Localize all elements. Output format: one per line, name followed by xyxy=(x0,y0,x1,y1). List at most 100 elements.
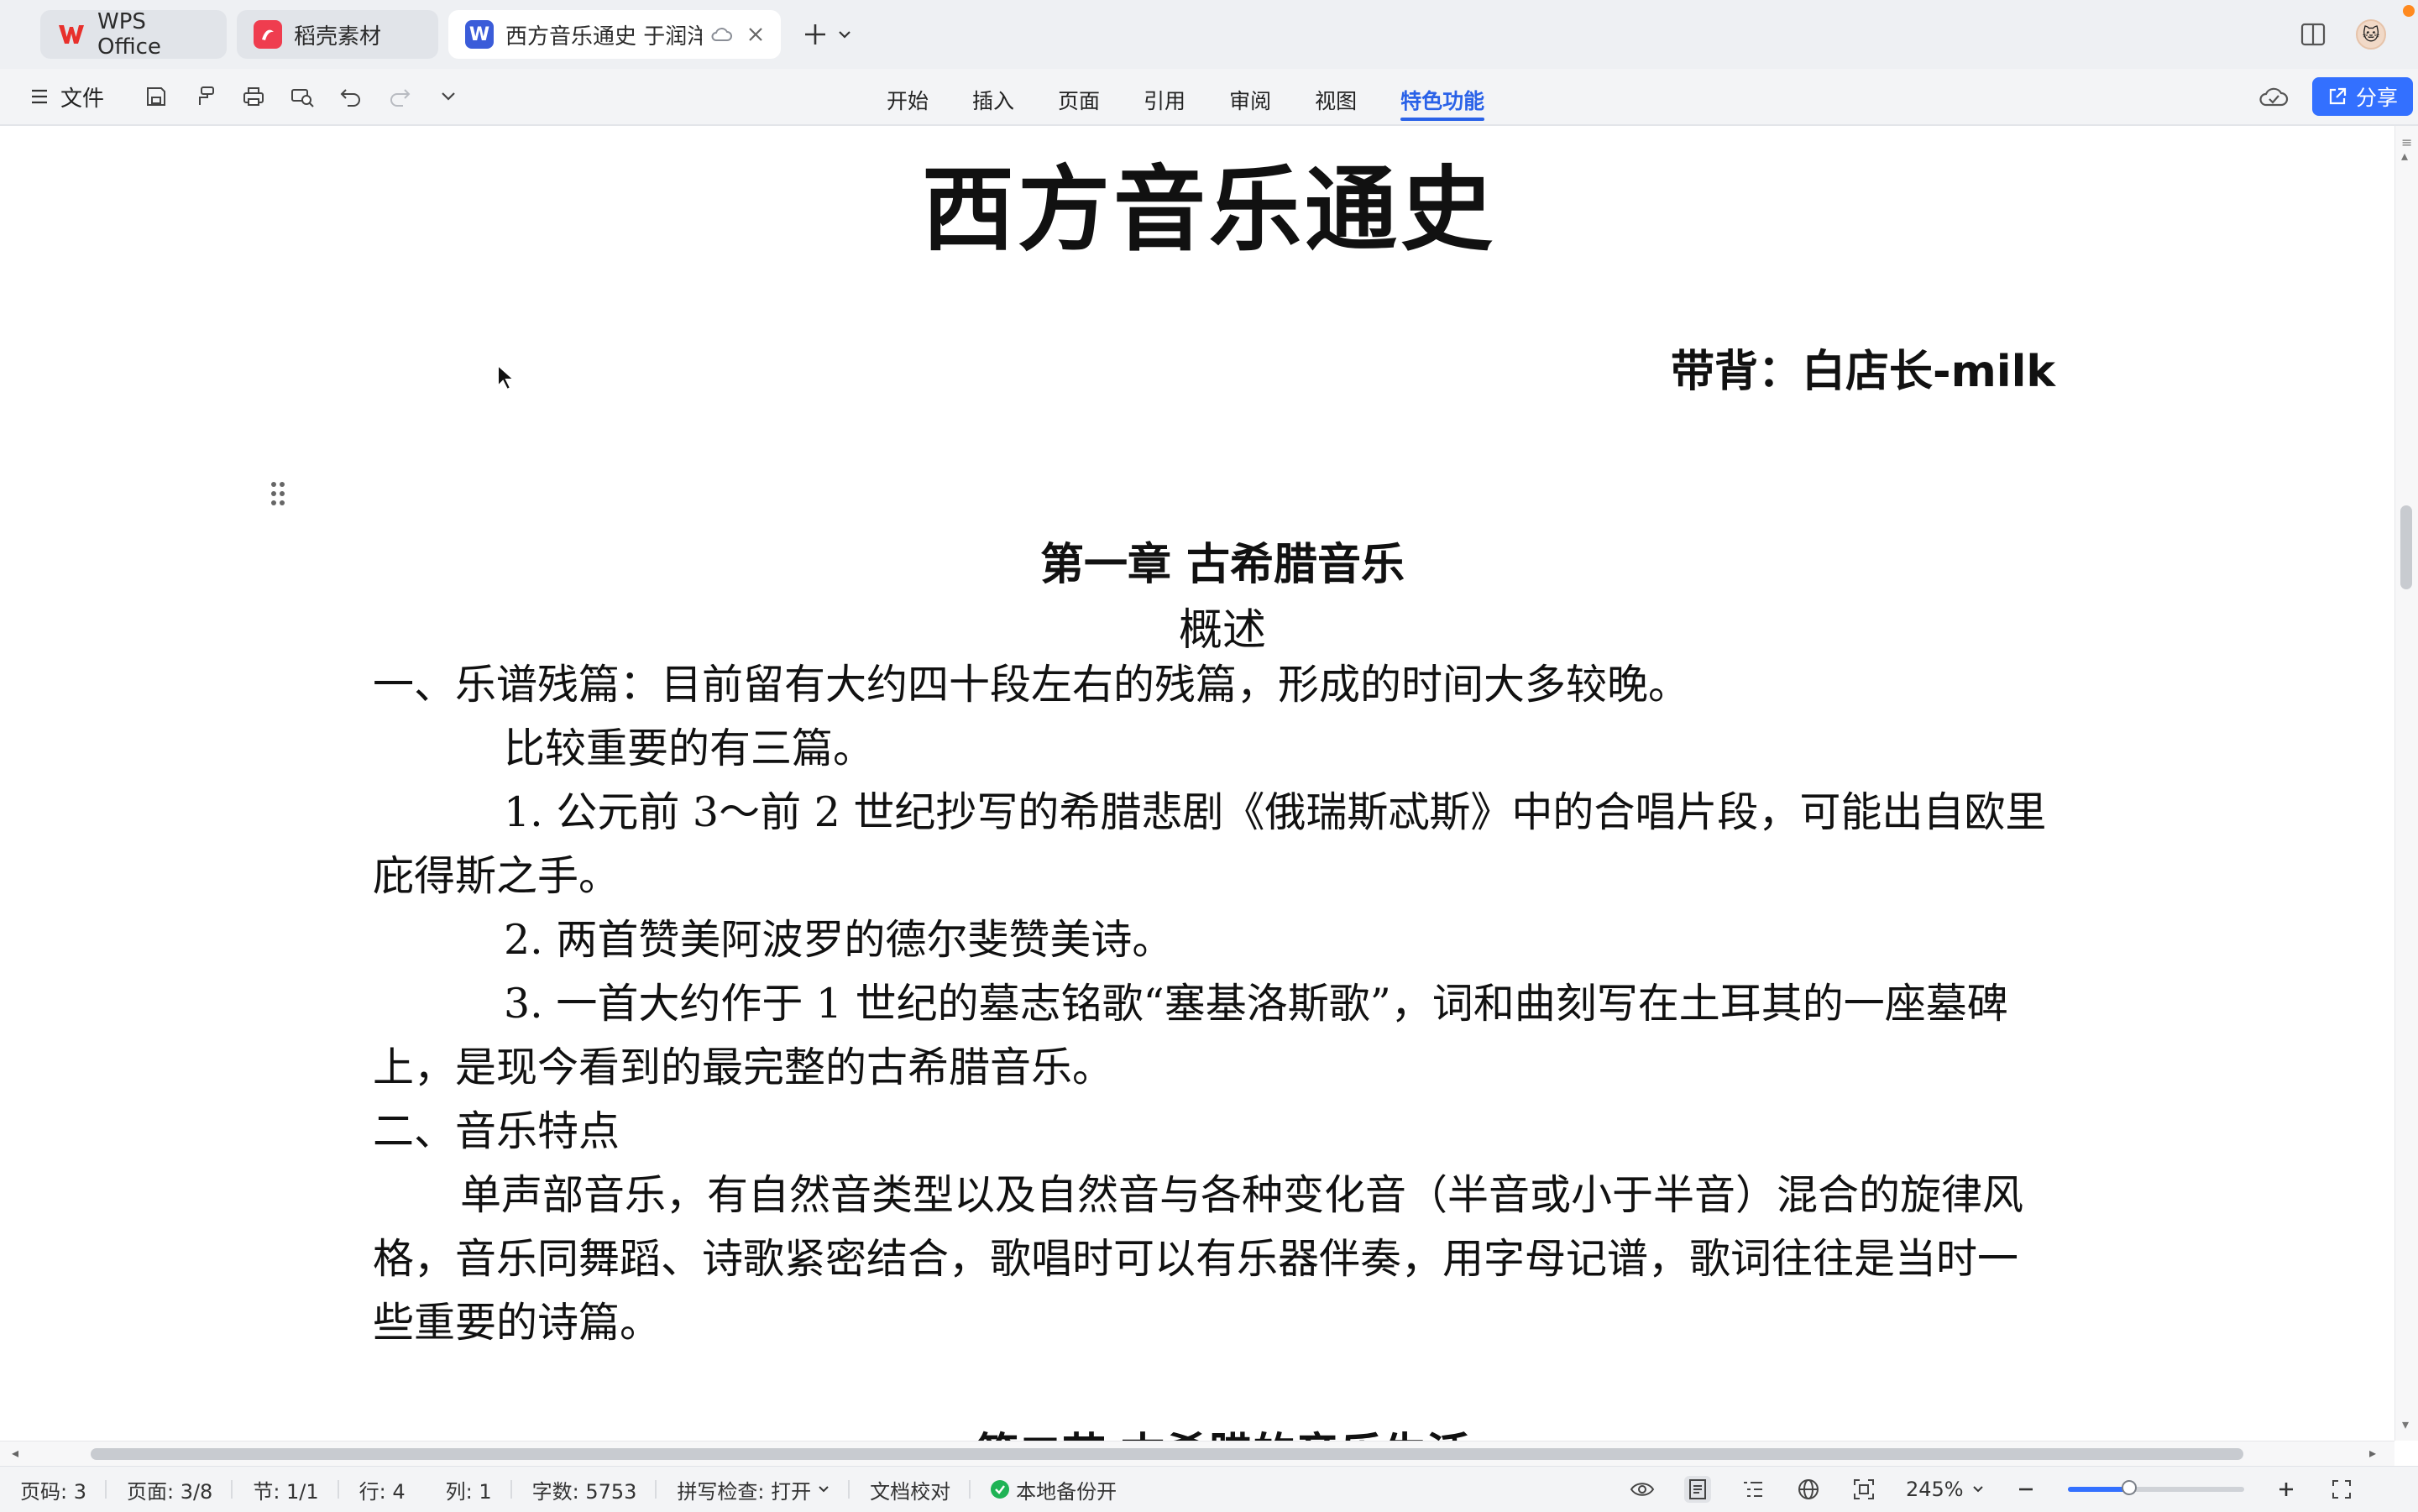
quick-access-toolbar xyxy=(143,79,462,114)
vertical-scroll-thumb[interactable] xyxy=(2400,505,2412,589)
tab-docer[interactable]: 稻壳素材 xyxy=(237,10,438,59)
share-label: 分享 xyxy=(2356,86,2399,110)
section-heading: 概述 xyxy=(1178,605,1266,656)
chevron-down-icon xyxy=(1972,1486,1983,1493)
paragraph-line: 格，音乐同舞蹈、诗歌紧密结合，歌唱时可以有乐器伴奏，用字母记谱，歌词往往是当时一 xyxy=(373,1235,2019,1283)
ribbon-tab[interactable]: 视图 xyxy=(1293,79,1379,121)
scroll-up-icon[interactable]: ≡ ▴ xyxy=(2401,136,2412,163)
new-tab-button[interactable] xyxy=(803,15,870,54)
paragraph-line: 3. 一首大约作于 1 世纪的墓志铭歌“塞基洛斯歌”，词和曲刻写在土耳其的一座墓… xyxy=(504,980,2008,1028)
chapter-heading: 第一章 古希腊音乐 xyxy=(1039,540,1405,590)
zoom-in-icon[interactable] xyxy=(2273,1476,2300,1503)
status-text: 列: 1 xyxy=(445,1479,492,1504)
share-button[interactable]: 分享 xyxy=(2312,77,2414,116)
focus-mode-icon[interactable] xyxy=(1850,1476,1877,1503)
spell-check-toggle[interactable]: 拼写检查: 打开 xyxy=(657,1467,850,1512)
zoom-out-icon[interactable] xyxy=(2012,1476,2039,1503)
backup-status[interactable]: 本地备份开 xyxy=(971,1467,1137,1512)
document-canvas[interactable]: 西方音乐通史 带背：白店长-milk 第一章 古希腊音乐 概述 一、乐谱残篇：目… xyxy=(0,126,2394,1441)
paragraph-line: 一、乐谱残篇：目前留有大约四十段左右的残篇，形成的时间大多较晚。 xyxy=(373,661,1690,709)
status-text: 本地备份开 xyxy=(1016,1479,1117,1504)
menu-icon xyxy=(30,88,49,105)
file-menu-button[interactable]: 文件 xyxy=(30,79,104,114)
cloud-sync-icon[interactable] xyxy=(2258,84,2289,109)
scroll-down-icon[interactable]: ▾ xyxy=(2402,1416,2409,1432)
cloud-icon[interactable] xyxy=(710,27,732,42)
eye-icon[interactable] xyxy=(1629,1476,1656,1503)
web-view-icon[interactable] xyxy=(1795,1476,1822,1503)
chevron-down-icon xyxy=(838,29,851,39)
status-text: 行: 4 xyxy=(359,1479,406,1504)
zoom-slider[interactable] xyxy=(2067,1480,2244,1495)
paragraph-line: 庇得斯之手。 xyxy=(373,852,620,900)
status-page[interactable]: 页面: 3/8 xyxy=(107,1467,233,1512)
tab-label: WPS Office xyxy=(97,9,161,60)
tab-document[interactable]: W 西方音乐通史 于润洋 xyxy=(448,10,781,59)
status-col[interactable]: 列: 1 xyxy=(426,1467,512,1512)
close-icon[interactable] xyxy=(747,26,764,43)
scroll-left-icon[interactable]: ◂ xyxy=(12,1445,18,1461)
toolbar-right: 分享 xyxy=(2258,76,2414,118)
document-title: 西方音乐通史 xyxy=(922,155,1496,264)
ribbon-tab[interactable]: 页面 xyxy=(1036,79,1122,121)
paragraph-line: 上，是现今看到的最完整的古希腊音乐。 xyxy=(373,1044,1114,1091)
scroll-right-icon[interactable]: ▸ xyxy=(2369,1445,2376,1461)
vertical-scrollbar[interactable]: ≡ ▴ ▾ xyxy=(2394,126,2418,1441)
status-row[interactable]: 行: 4 xyxy=(339,1467,426,1512)
status-text: 文档校对 xyxy=(870,1479,951,1504)
status-text: 页面: 3/8 xyxy=(126,1479,213,1504)
layout-icon[interactable] xyxy=(2300,23,2326,46)
horizontal-scroll-thumb[interactable] xyxy=(91,1448,2243,1460)
print-icon[interactable] xyxy=(240,83,267,110)
proofread-button[interactable]: 文档校对 xyxy=(850,1467,971,1512)
ribbon-tab[interactable]: 审阅 xyxy=(1207,79,1293,121)
zoom-value: 245% xyxy=(1906,1478,1964,1501)
print-preview-icon[interactable] xyxy=(289,83,316,110)
status-page-code[interactable]: 页码: 3 xyxy=(0,1467,107,1512)
status-section[interactable]: 节: 1/1 xyxy=(233,1467,340,1512)
file-menu-label: 文件 xyxy=(60,86,105,112)
status-text: 拼写检查: 打开 xyxy=(677,1479,812,1504)
tab-wps-office[interactable]: WPS Office xyxy=(40,9,227,60)
fullscreen-icon[interactable] xyxy=(2328,1476,2355,1503)
wps-logo-icon xyxy=(57,20,86,49)
drag-handle-icon[interactable] xyxy=(269,480,287,507)
ribbon-tab[interactable]: 开始 xyxy=(865,79,950,121)
share-icon xyxy=(2327,86,2347,107)
horizontal-scrollbar[interactable]: ◂ ▸ xyxy=(0,1441,2394,1467)
undo-icon[interactable] xyxy=(338,83,364,110)
page-view-icon[interactable] xyxy=(1684,1476,1711,1503)
avatar[interactable]: 🐱 xyxy=(2356,19,2386,50)
zoom-slider-fill xyxy=(2067,1487,2130,1492)
backup-check-icon xyxy=(991,1480,1010,1499)
view-controls: 245% xyxy=(1629,1467,2355,1512)
chevron-down-icon[interactable] xyxy=(435,83,462,110)
paragraph-line: 单声部音乐，有自然音类型以及自然音与各种变化音（半音或小于半音）混合的旋律风 xyxy=(460,1171,2024,1219)
format-painter-icon[interactable] xyxy=(191,83,218,110)
zoom-slider-knob[interactable] xyxy=(2122,1480,2138,1495)
ribbon-tab[interactable]: 引用 xyxy=(1122,79,1207,121)
redo-icon[interactable] xyxy=(386,83,413,110)
status-text: 节: 1/1 xyxy=(253,1479,319,1504)
tab-bar: WPS Office 稻壳素材 W 西方音乐通史 于润洋 🐱 xyxy=(0,0,2418,69)
status-word-count[interactable]: 字数: 5753 xyxy=(512,1467,657,1512)
paragraph-line: 比较重要的有三篇。 xyxy=(504,725,875,772)
paragraph-line: 二、音乐特点 xyxy=(373,1107,620,1155)
next-section-heading: 第二节 古希腊的音乐生活 xyxy=(0,1419,2394,1441)
paragraph-line: 1. 公元前 3～前 2 世纪抄写的希腊悲剧《俄瑞斯忒斯》中的合唱片段，可能出自… xyxy=(504,788,2047,836)
zoom-level[interactable]: 245% xyxy=(1906,1478,1984,1501)
ribbon-tab[interactable]: 插入 xyxy=(950,79,1036,121)
status-bar: 页码: 3 页面: 3/8 节: 1/1 行: 4 列: 1 字数: 5753 … xyxy=(0,1466,2418,1512)
outline-view-icon[interactable] xyxy=(1740,1476,1766,1503)
ribbon-tab[interactable]: 特色功能 xyxy=(1379,79,1506,121)
paragraph-line: 些重要的诗篇。 xyxy=(373,1299,662,1347)
mouse-cursor-icon xyxy=(495,363,517,391)
toolbar: 文件 开始 插入 页面 引用 审阅 视图 特色功能 分享 xyxy=(0,69,2418,126)
status-text: 字数: 5753 xyxy=(531,1479,637,1504)
window-controls: 🐱 xyxy=(2300,15,2386,54)
tab-label: 稻壳素材 xyxy=(294,24,382,50)
plus-icon xyxy=(803,22,828,47)
save-icon[interactable] xyxy=(143,83,170,110)
paragraph-line: 2. 两首赞美阿波罗的德尔斐赞美诗。 xyxy=(504,916,1174,964)
docer-icon xyxy=(254,20,282,49)
